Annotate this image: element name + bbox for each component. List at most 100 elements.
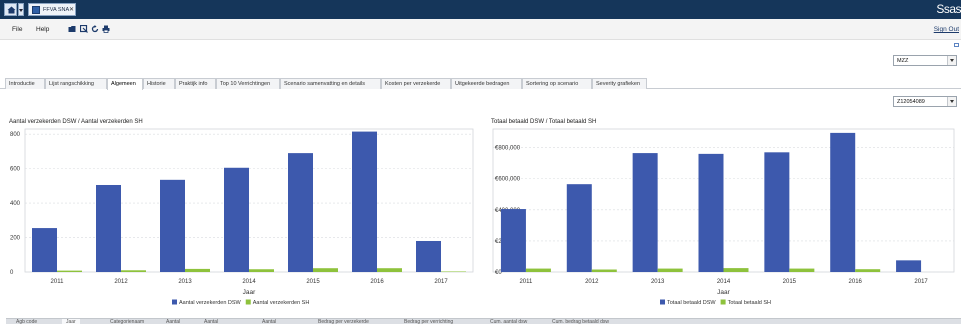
legend-label[interactable]: Aantal verzekerden SH: [253, 300, 310, 306]
legend-swatch: [660, 299, 665, 305]
legend-label[interactable]: Totaal betaald SH: [728, 300, 771, 306]
home-button[interactable]: [4, 3, 17, 16]
bar-dsw-2011[interactable]: [32, 228, 57, 272]
bar-sh-2011[interactable]: [525, 268, 551, 272]
bar-sh-2015[interactable]: [789, 268, 815, 272]
bar-dsw-2016[interactable]: [830, 132, 856, 272]
y-tick-label: 800: [10, 132, 21, 138]
menu-file[interactable]: File: [12, 26, 22, 33]
x-tick-label: 2013: [178, 279, 192, 285]
tab-top-10-verrichtingen[interactable]: Top 10 Verrichtingen: [216, 78, 280, 89]
home-icon: [7, 6, 16, 14]
legend-label[interactable]: Totaal betaald DSW: [667, 300, 716, 306]
sas-report-window: FFVA SNA ✕ Ssas File Help Sign Out MZZ I…: [0, 0, 961, 324]
bar-sh-2014[interactable]: [723, 268, 749, 272]
x-tick-label: 2016: [370, 279, 384, 285]
view-icon[interactable]: [80, 25, 88, 33]
bar-sh-2016[interactable]: [377, 268, 402, 272]
refresh-icon[interactable]: [91, 25, 99, 33]
bar-sh-2015[interactable]: [313, 268, 338, 272]
chevron-down-icon: [19, 9, 23, 12]
tab-algemeen[interactable]: Algemeen: [107, 78, 143, 90]
y-tick-label: 600: [10, 167, 21, 173]
tab-uitgekeerde-bedragen[interactable]: Uitgekeerde bedragen: [451, 78, 522, 89]
table-column-header[interactable]: Cum. aantal dsw: [490, 319, 527, 324]
tab-lijst-rangschikking[interactable]: Lijst rangschikking: [45, 78, 107, 89]
x-tick-label: 2017: [914, 279, 928, 285]
legend-label[interactable]: Aantal verzekerden DSW: [179, 300, 242, 306]
bar-sh-2011[interactable]: [57, 270, 82, 272]
chevron-down-icon[interactable]: [947, 97, 956, 106]
tab-sortering-op-scenario[interactable]: Sortering op scenario: [522, 78, 592, 89]
x-tick-label: 2013: [651, 279, 665, 285]
chevron-down-icon[interactable]: [947, 56, 956, 65]
table-column-header[interactable]: Bedrag per verrichting: [404, 319, 453, 324]
bar-sh-2013[interactable]: [185, 268, 210, 272]
tab-praktijk-info[interactable]: Praktijk info: [175, 78, 216, 89]
table-column-header[interactable]: Aantal: [204, 319, 218, 324]
bar-dsw-2011[interactable]: [500, 209, 526, 272]
table-column-header[interactable]: Cum. bedrag betaald dsw: [552, 319, 609, 324]
chart-title-verzekerden: Aantal verzekerden DSW / Aantal verzeker…: [9, 119, 143, 125]
bar-dsw-2017[interactable]: [416, 240, 441, 272]
bar-dsw-2012[interactable]: [96, 184, 121, 272]
table-column-header[interactable]: Aantal: [166, 319, 180, 324]
y-tick-label: 400: [10, 201, 21, 207]
bar-dsw-2015[interactable]: [288, 153, 313, 272]
home-menu-dropdown[interactable]: [18, 3, 24, 16]
legend-swatch: [172, 299, 177, 305]
x-tick-label: 2012: [585, 279, 599, 285]
legend-swatch: [245, 299, 251, 305]
table-column-header[interactable]: Bedrag per verzekerde: [318, 319, 369, 324]
bar-sh-2014[interactable]: [249, 269, 274, 272]
bar-dsw-2014[interactable]: [698, 153, 724, 272]
document-tab-label: FFVA SNA: [43, 7, 70, 13]
provider-select[interactable]: Z12054089: [893, 96, 957, 107]
x-tick-label: 2015: [783, 279, 797, 285]
x-tick-label: 2014: [717, 279, 731, 285]
bar-sh-2013[interactable]: [657, 268, 683, 272]
x-tick-label: 2015: [306, 279, 320, 285]
chart-verzekerden: 0 200 400 600 800 2011 2012 2013 2014 2015 2016 201…: [10, 128, 474, 306]
region-select-value: MZZ: [897, 58, 909, 64]
bar-sh-2012[interactable]: [591, 269, 617, 272]
title-bar: FFVA SNA ✕ Ssas: [0, 0, 961, 19]
table-column-header[interactable]: Categorienaam: [110, 319, 144, 324]
sas-logo: Ssas: [936, 2, 961, 16]
y-tick-label: 0: [10, 270, 14, 276]
tab-scenario-samenvatting-en-details[interactable]: Scenario samenvatting en details: [280, 78, 381, 89]
document-tab[interactable]: FFVA SNA ✕: [28, 3, 76, 16]
bar-dsw-2012[interactable]: [566, 184, 592, 272]
bar-dsw-2016[interactable]: [352, 131, 377, 272]
bar-sh-2017[interactable]: [441, 271, 466, 272]
tab-severity-grafieken[interactable]: Severity grafieken: [592, 78, 647, 89]
sign-out-link[interactable]: Sign Out: [934, 26, 959, 33]
bar-sh-2016[interactable]: [855, 269, 881, 272]
menu-help[interactable]: Help: [36, 26, 49, 33]
table-header: Agb code Jaar Categorienaam Aantal Aantal Aan…: [6, 318, 961, 324]
table-column-header[interactable]: Aantal: [262, 319, 276, 324]
bar-dsw-2014[interactable]: [224, 167, 249, 272]
tab-historie[interactable]: Historie: [143, 78, 175, 89]
bar-dsw-2013[interactable]: [160, 179, 185, 272]
bar-sh-2012[interactable]: [121, 270, 146, 272]
chart-betaald: €0€200,000€400,000€600,000€800,000201120…: [492, 128, 955, 306]
x-tick-label: 2011: [51, 279, 65, 285]
legend-swatch: [720, 299, 726, 305]
tab-kosten-per-verzekerde[interactable]: Kosten per verzekerde: [381, 78, 451, 89]
table-column-header[interactable]: Jaar: [62, 319, 80, 324]
report-tab-strip: Introductie Lijst rangschikking Algemeen Hi…: [0, 78, 961, 90]
table-column-header[interactable]: Agb code: [16, 319, 37, 324]
x-axis-title: Jaar: [243, 289, 256, 296]
provider-select-value: Z12054089: [897, 99, 925, 105]
region-select[interactable]: MZZ: [893, 55, 957, 66]
maximize-icon[interactable]: [954, 43, 959, 47]
bar-dsw-2015[interactable]: [764, 152, 790, 272]
tab-introductie[interactable]: Introductie: [5, 78, 45, 89]
close-icon[interactable]: ✕: [69, 6, 74, 13]
open-folder-icon[interactable]: [68, 25, 76, 33]
print-icon[interactable]: [102, 25, 110, 33]
bar-dsw-2013[interactable]: [632, 153, 658, 272]
chart-title-betaald: Totaal betaald DSW / Totaal betaald SH: [491, 119, 597, 125]
bar-dsw-2017[interactable]: [896, 260, 922, 272]
